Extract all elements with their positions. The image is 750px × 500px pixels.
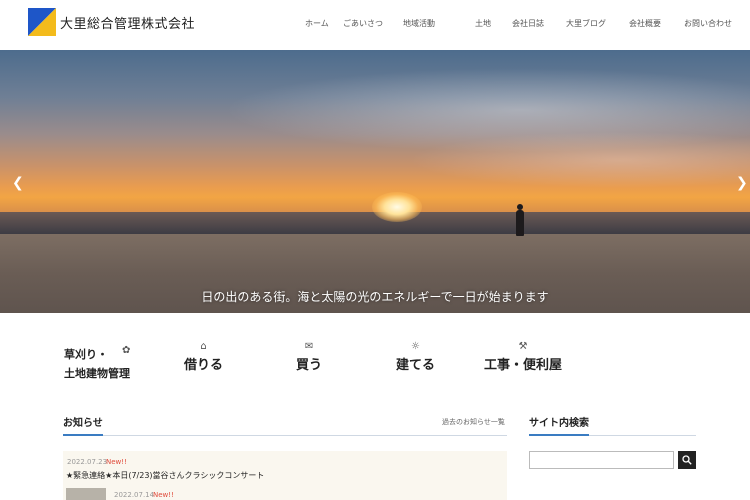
news-date: 2022.07.14 — [114, 491, 155, 499]
site-search-input[interactable] — [529, 451, 674, 469]
nav-greeting[interactable]: ごあいさつ — [343, 18, 403, 29]
news-archive-link[interactable]: 過去のお知らせ一覧 — [442, 417, 505, 427]
main-nav: ホーム ごあいさつ 地域活動 土地 会社日誌 大里ブログ 会社概要 お問い合わせ — [305, 18, 732, 29]
hero-sun — [372, 192, 422, 222]
hero-person — [516, 210, 524, 236]
news-item-title[interactable]: ★緊急連絡★本日(7/23)當谷さんクラシックコンサート — [66, 470, 264, 481]
service-build[interactable]: ☼ 建てる — [391, 340, 440, 375]
nav-home[interactable]: ホーム — [305, 18, 343, 29]
search-icon — [682, 455, 692, 465]
news-date: 2022.07.23 — [67, 458, 108, 466]
new-badge: New!! — [153, 491, 174, 499]
logo-mark-icon — [28, 8, 56, 36]
service-grass-cutting[interactable]: ✿ 草刈り・ 土地建物管理 — [60, 345, 134, 383]
chevron-left-icon[interactable]: ❮ — [12, 176, 24, 190]
nav-community[interactable]: 地域活動 — [403, 18, 475, 29]
nav-land[interactable]: 土地 — [475, 18, 512, 29]
service-menu: ✿ 草刈り・ 土地建物管理 ⌂ 借りる ✉ 買う ☼ 建てる ⚒ 工事・便利屋 — [0, 340, 750, 390]
service-build-label: 建てる — [391, 354, 440, 375]
news-heading: お知らせ — [63, 418, 103, 429]
nav-company[interactable]: 会社概要 — [629, 18, 684, 29]
service-grass-label-line1: 草刈り・ — [60, 346, 134, 364]
site-search-button[interactable] — [678, 451, 696, 469]
sun-icon: ☼ — [411, 341, 420, 352]
service-grass-label-line2: 土地建物管理 — [60, 367, 134, 383]
service-buy-label: 買う — [291, 354, 327, 375]
service-rent-label: 借りる — [179, 354, 228, 375]
hero-clouds — [0, 50, 750, 190]
site-name: 大里総合管理株式会社 — [60, 16, 196, 32]
house-icon: ⌂ — [200, 341, 207, 352]
hero-sea — [0, 212, 750, 234]
nav-blog[interactable]: 大里ブログ — [566, 18, 629, 29]
hero-caption: 日の出のある街。海と太陽の光のエネルギーで一日が始まります — [201, 290, 549, 304]
hero-slider: ❮ ❯ 日の出のある街。海と太陽の光のエネルギーで一日が始まります — [0, 50, 750, 313]
nav-journal[interactable]: 会社日誌 — [512, 18, 566, 29]
site-header: 大里総合管理株式会社 ホーム ごあいさつ 地域活動 土地 会社日誌 大里ブログ … — [0, 0, 750, 50]
news-divider-accent — [63, 434, 103, 436]
site-search-divider-accent — [529, 434, 589, 436]
chevron-right-icon[interactable]: ❯ — [736, 176, 748, 190]
tools-icon: ⚒ — [518, 341, 528, 352]
site-search-heading: サイト内検索 — [529, 418, 589, 429]
service-buy[interactable]: ✉ 買う — [291, 340, 327, 375]
service-rent[interactable]: ⌂ 借りる — [179, 340, 228, 375]
service-repair[interactable]: ⚒ 工事・便利屋 — [479, 340, 567, 375]
nav-contact[interactable]: お問い合わせ — [684, 18, 732, 29]
new-badge: New!! — [106, 458, 127, 466]
service-repair-label: 工事・便利屋 — [479, 354, 567, 375]
site-logo[interactable]: 大里総合管理株式会社 — [28, 8, 195, 36]
handshake-icon: ✉ — [304, 341, 314, 352]
news-thumbnail[interactable] — [66, 488, 106, 500]
news-divider — [63, 435, 507, 436]
